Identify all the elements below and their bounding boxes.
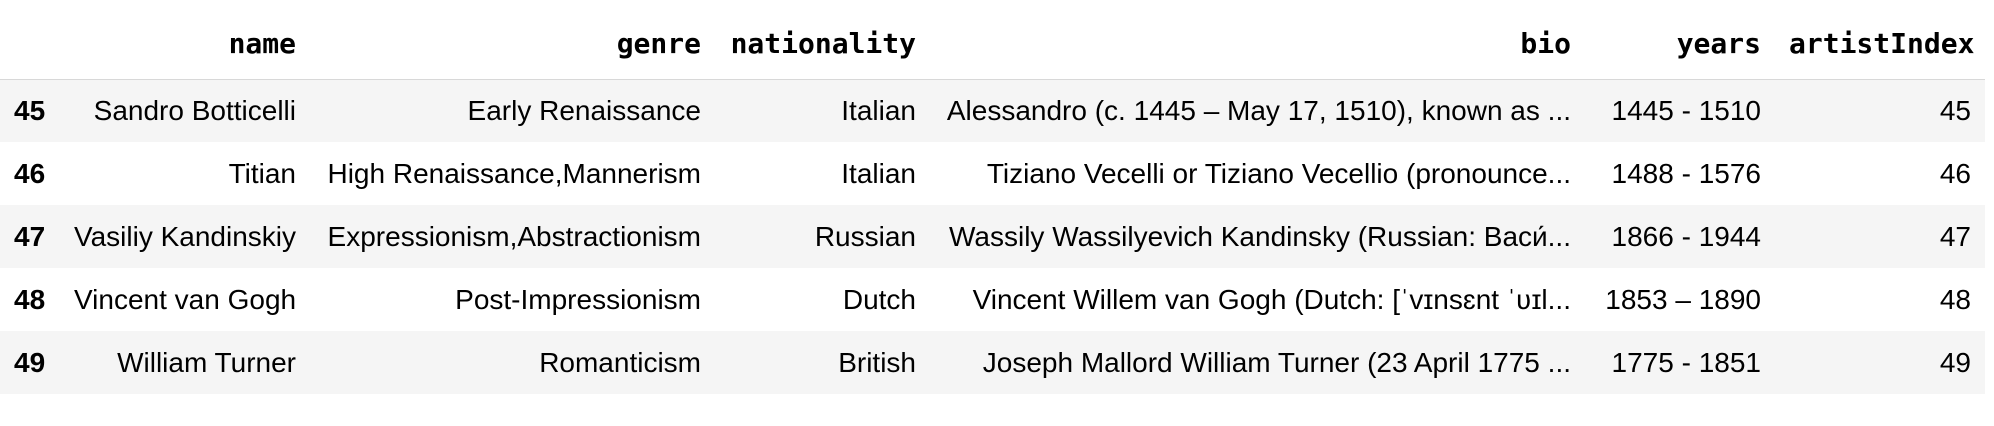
- cell-genre: Expressionism,Abstractionism: [327, 220, 701, 252]
- cell-genre: Early Renaissance: [467, 94, 701, 126]
- cell-bio: Wassily Wassilyevich Kandinsky (Russian:…: [949, 220, 1571, 252]
- cell-name: William Turner: [117, 346, 296, 378]
- cell-nationality: British: [838, 346, 916, 378]
- cell-name: Sandro Botticelli: [93, 94, 296, 126]
- cell-bio: Tiziano Vecelli or Tiziano Vecellio (pro…: [986, 157, 1571, 189]
- column-header-nationality: nationality: [730, 26, 916, 60]
- column-header-years: years: [1676, 26, 1761, 60]
- column-header-name: name: [228, 26, 296, 60]
- cell-genre: High Renaissance,Mannerism: [327, 157, 701, 189]
- index-header: [0, 8, 60, 79]
- cell-artistIndex: 49: [1939, 346, 1971, 378]
- table-row: 49 William Turner Romanticism British Jo…: [0, 331, 1985, 394]
- cell-nationality: Russian: [814, 220, 916, 252]
- cell-years: 1488 - 1576: [1611, 157, 1761, 189]
- column-header-bio: bio: [1520, 26, 1571, 60]
- header-row: name genre nationality bio years artistI…: [0, 8, 1985, 79]
- row-index: 47: [14, 220, 46, 252]
- cell-artistIndex: 48: [1939, 283, 1971, 315]
- cell-years: 1775 - 1851: [1611, 346, 1761, 378]
- cell-artistIndex: 46: [1939, 157, 1971, 189]
- cell-years: 1866 - 1944: [1611, 220, 1761, 252]
- cell-years: 1445 - 1510: [1611, 94, 1761, 126]
- cell-name: Vasiliy Kandinskiy: [74, 220, 297, 252]
- table-row: 45 Sandro Botticelli Early Renaissance I…: [0, 79, 1985, 142]
- row-index: 46: [14, 157, 46, 189]
- column-header-genre: genre: [616, 26, 701, 60]
- table-row: 46 Titian High Renaissance,Mannerism Ita…: [0, 142, 1985, 205]
- cell-genre: Romanticism: [539, 346, 701, 378]
- cell-genre: Post-Impressionism: [455, 283, 701, 315]
- cell-years: 1853 – 1890: [1605, 283, 1761, 315]
- row-index: 45: [14, 94, 46, 126]
- table-row: 47 Vasiliy Kandinskiy Expressionism,Abst…: [0, 205, 1985, 268]
- cell-nationality: Dutch: [842, 283, 916, 315]
- table-row: 48 Vincent van Gogh Post-Impressionism D…: [0, 268, 1985, 331]
- cell-artistIndex: 45: [1939, 94, 1971, 126]
- dataframe-table: name genre nationality bio years artistI…: [0, 8, 1985, 394]
- row-index: 49: [14, 346, 46, 378]
- cell-nationality: Italian: [841, 157, 916, 189]
- column-header-artistIndex: artistIndex: [1789, 26, 1975, 60]
- cell-bio: Vincent Willem van Gogh (Dutch: [ˈvɪnsɛn…: [972, 283, 1571, 315]
- row-index: 48: [14, 283, 46, 315]
- cell-nationality: Italian: [841, 94, 916, 126]
- cell-name: Vincent van Gogh: [74, 283, 297, 315]
- cell-bio: Alessandro (c. 1445 – May 17, 1510), kno…: [946, 94, 1571, 126]
- cell-bio: Joseph Mallord William Turner (23 April …: [982, 346, 1571, 378]
- cell-name: Titian: [228, 157, 296, 189]
- cell-artistIndex: 47: [1939, 220, 1971, 252]
